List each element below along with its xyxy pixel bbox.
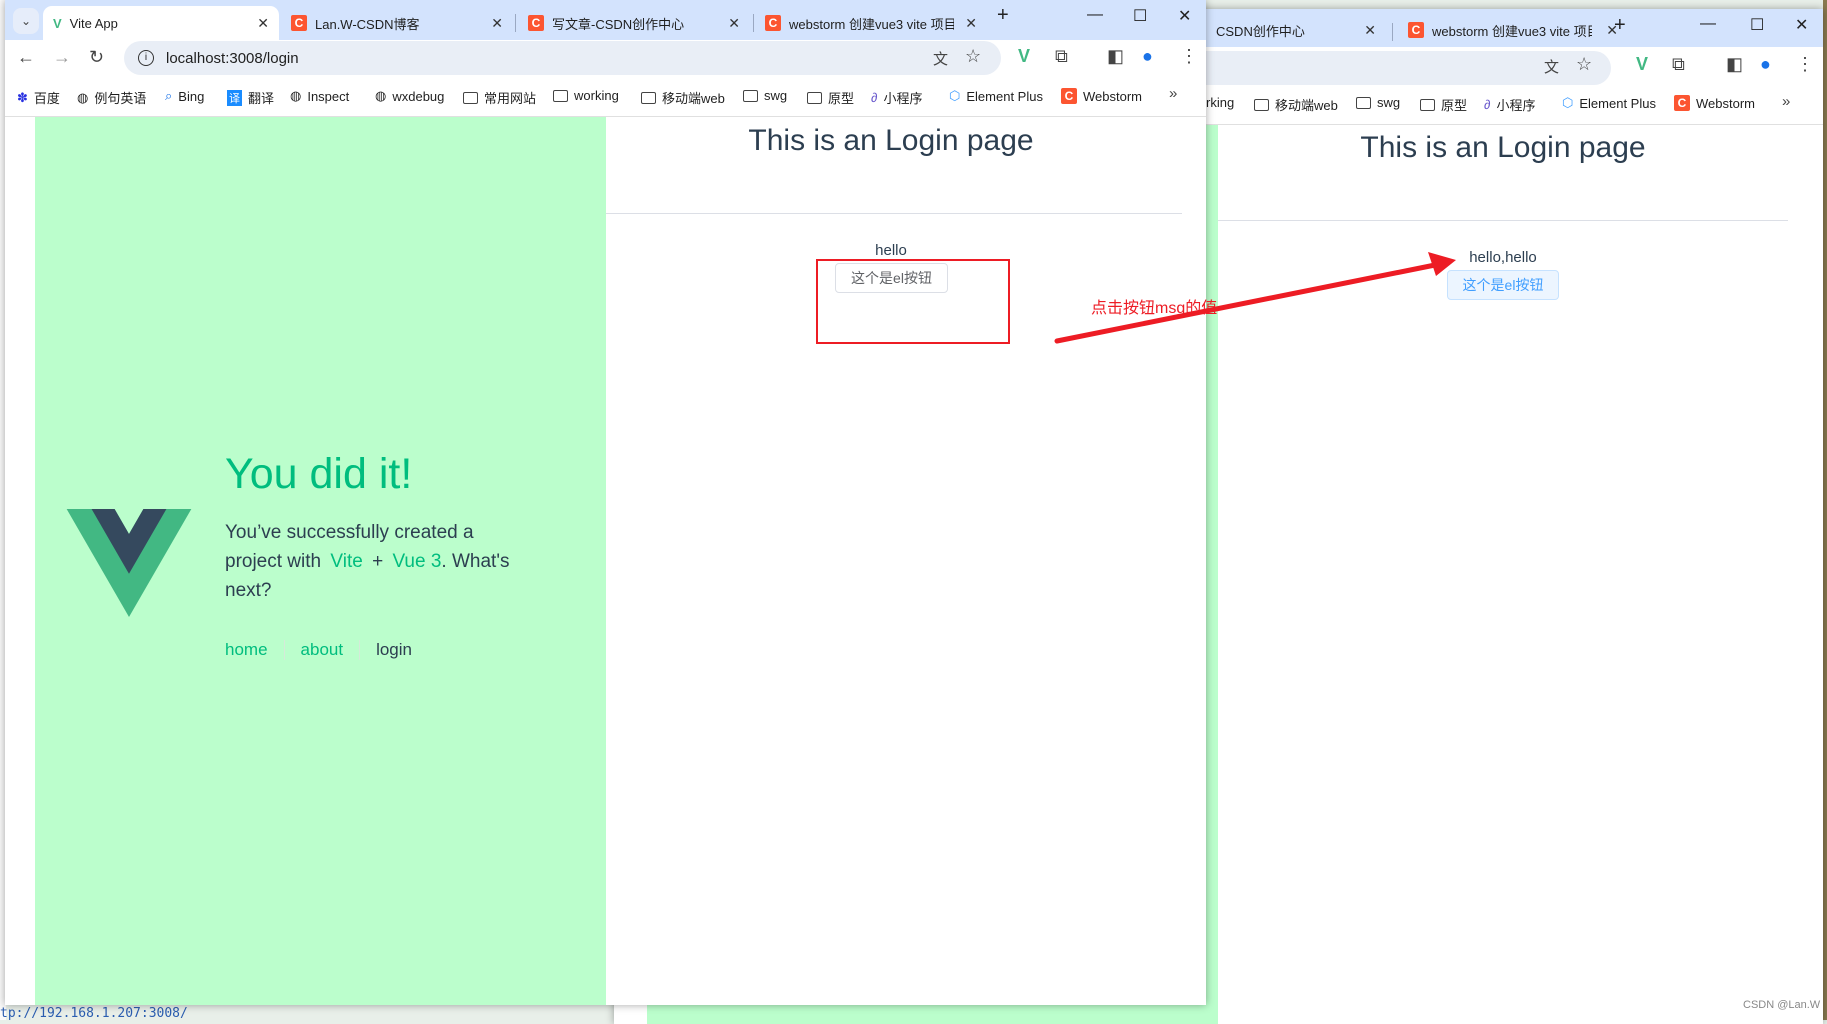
arrow-shaft — [1054, 261, 1443, 344]
watermark: CSDN @Lan.W — [1743, 999, 1821, 1011]
annotation-arrow — [1054, 252, 1456, 344]
arrow-head — [1428, 252, 1456, 276]
